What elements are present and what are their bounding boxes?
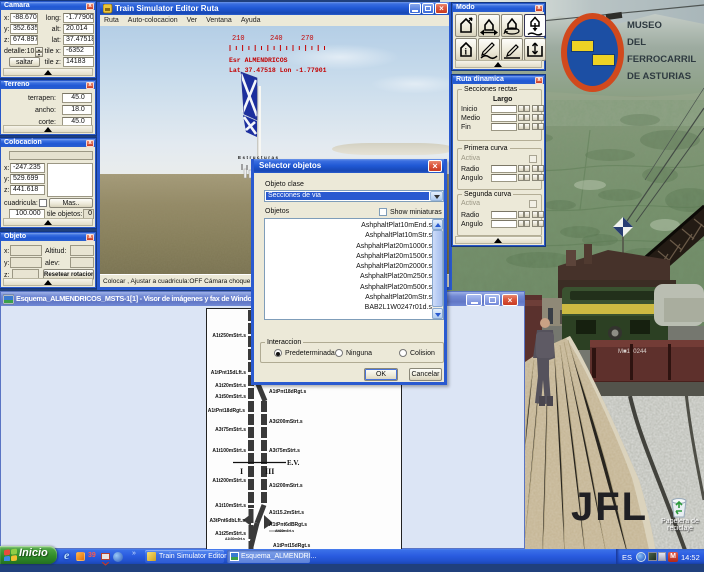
svg-text:A1tPnt18dRgt.s: A1tPnt18dRgt.s: [208, 408, 245, 414]
svg-text:A3tPnt6dbLft.s: A3tPnt6dbLft.s: [209, 518, 245, 524]
svg-text:A1t200mStrt.s: A1t200mStrt.s: [212, 478, 246, 484]
svg-text:A3t75mStrt.s: A3t75mStrt.s: [269, 448, 300, 454]
svg-text:A1t100mStrt.s: A1t100mStrt.s: [212, 448, 246, 454]
svg-text:E.V.: E.V.: [287, 459, 300, 467]
svg-text:A1t200mStrt.s: A1t200mStrt.s: [269, 483, 303, 489]
svg-text:A3t200mStrt.s: A3t200mStrt.s: [269, 419, 303, 425]
svg-text:A1t30m0rt.s: A1t30m0rt.s: [225, 537, 245, 541]
svg-text:i: i: [465, 47, 468, 57]
svg-text:Alt30m6rt.s: Alt30m6rt.s: [275, 529, 294, 533]
svg-text:A3t75mStrt.s: A3t75mStrt.s: [215, 427, 246, 433]
svg-text:III: III: [265, 467, 274, 476]
svg-text:A1tPnt18dRgt.s: A1tPnt18dRgt.s: [269, 389, 306, 395]
svg-text:A1t250mStrt.s: A1t250mStrt.s: [212, 333, 246, 339]
svg-text:A1tPnt6dBRgt.s: A1tPnt6dBRgt.s: [269, 522, 307, 528]
svg-text:A1t10mStrt.s: A1t10mStrt.s: [215, 503, 246, 509]
svg-text:I: I: [240, 467, 243, 476]
svg-text:A1t50mStrt.s: A1t50mStrt.s: [215, 394, 246, 400]
svg-text:A1t20mStrt.s: A1t20mStrt.s: [215, 383, 246, 389]
svg-text:A1tPnt15dLft.s: A1tPnt15dLft.s: [211, 370, 247, 376]
svg-text:A1t15.2mStrt.s: A1t15.2mStrt.s: [269, 510, 304, 516]
